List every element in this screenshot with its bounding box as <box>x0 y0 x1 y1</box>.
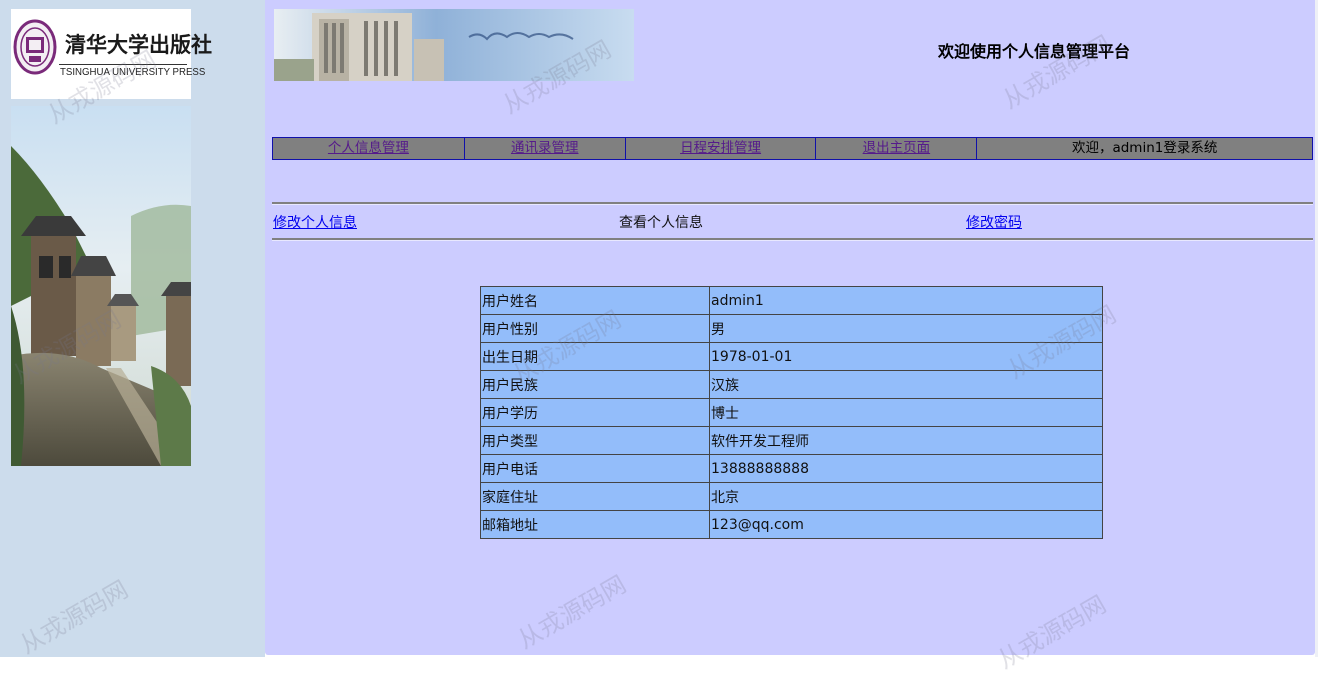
field-label: 用户性别 <box>480 314 710 343</box>
table-row: 用户姓名 admin1 <box>480 286 1103 315</box>
field-value: 13888888888 <box>709 454 1103 483</box>
nav-link-schedule[interactable]: 日程安排管理 <box>680 140 761 156</box>
page-title: 欢迎使用个人信息管理平台 <box>938 42 1131 61</box>
nav-cell-logout: 退出主页面 <box>816 138 978 159</box>
field-value: 博士 <box>709 398 1103 427</box>
user-info-table: 用户姓名 admin1 用户性别男 出生日期 1978-01-01 用户民族 汉族 用… <box>480 286 1103 539</box>
table-row: 用户电话 13888888888 <box>480 454 1103 483</box>
nav-link-logout[interactable]: 退出主页面 <box>863 140 931 156</box>
table-row: 用户学历 博士 <box>480 398 1103 427</box>
table-row: 邮箱地址 123@qq.com <box>480 510 1103 539</box>
field-value: 男 <box>709 314 1103 343</box>
nav-cell-schedule: 日程安排管理 <box>626 138 817 159</box>
field-value: 1978-01-01 <box>709 342 1103 371</box>
field-label: 邮箱地址 <box>480 510 710 539</box>
field-value: 汉族 <box>709 370 1103 399</box>
nav-cell-contacts: 通讯录管理 <box>465 138 626 159</box>
village-scene-image <box>11 106 191 466</box>
campus-banner-image <box>274 9 634 81</box>
field-label: 用户学历 <box>480 398 710 427</box>
nav-link-personal-info[interactable]: 个人信息管理 <box>328 140 409 156</box>
submenu-edit-info-cell: 修改个人信息 <box>273 212 357 232</box>
submenu-top-divider <box>272 202 1313 205</box>
publisher-name-cn: 清华大学出版社 <box>65 32 212 57</box>
field-value: admin1 <box>709 286 1103 315</box>
field-label: 用户姓名 <box>480 286 710 315</box>
table-row: 出生日期 1978-01-01 <box>480 342 1103 371</box>
submenu-bottom-divider <box>272 238 1313 241</box>
table-row: 家庭住址 北京 <box>480 482 1103 511</box>
field-label: 出生日期 <box>480 342 710 371</box>
view-info-label: 查看个人信息 <box>619 215 703 231</box>
field-value: 北京 <box>709 482 1103 511</box>
field-value: 123@qq.com <box>709 510 1103 539</box>
field-label: 用户电话 <box>480 454 710 483</box>
table-row: 用户类型 软件开发工程师 <box>480 426 1103 455</box>
field-label: 用户类型 <box>480 426 710 455</box>
field-label: 家庭住址 <box>480 482 710 511</box>
logo-divider <box>59 64 187 65</box>
publisher-name-en: TSINGHUA UNIVERSITY PRESS <box>60 66 206 78</box>
nav-cell-personal-info: 个人信息管理 <box>273 138 465 159</box>
field-value: 软件开发工程师 <box>709 426 1103 455</box>
left-sidebar: 清华大学出版社 TSINGHUA UNIVERSITY PRESS <box>0 0 265 657</box>
field-label: 用户民族 <box>480 370 710 399</box>
main-nav: 个人信息管理 通讯录管理 日程安排管理 退出主页面 欢迎，admin1登录系统 <box>272 137 1313 160</box>
welcome-text: 欢迎，admin1登录系统 <box>1071 140 1218 156</box>
table-row: 用户民族 汉族 <box>480 370 1103 399</box>
submenu-change-password-cell: 修改密码 <box>966 212 1022 232</box>
university-seal-icon <box>13 19 57 75</box>
change-password-link[interactable]: 修改密码 <box>966 215 1022 231</box>
table-row: 用户性别男 <box>480 314 1103 343</box>
nav-link-contacts[interactable]: 通讯录管理 <box>511 140 579 156</box>
edit-info-link[interactable]: 修改个人信息 <box>273 215 357 231</box>
publisher-logo: 清华大学出版社 TSINGHUA UNIVERSITY PRESS <box>11 9 212 99</box>
